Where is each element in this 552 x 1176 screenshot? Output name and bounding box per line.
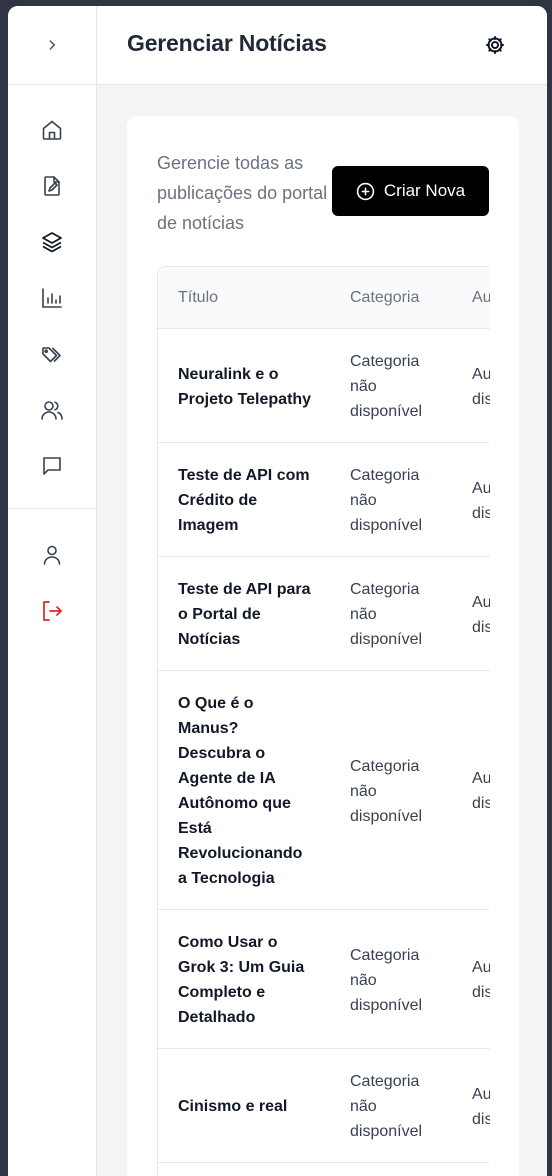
user-icon — [43, 545, 61, 565]
create-news-button[interactable]: Criar Nova — [332, 166, 489, 216]
create-news-label: Criar Nova — [383, 181, 466, 200]
plus-circle-icon — [356, 182, 375, 200]
news-category-cell: Categoria não disponível — [330, 556, 452, 671]
sidebar — [8, 6, 97, 1176]
news-title-cell: Cinismo e real — [158, 1048, 330, 1163]
table-row[interactable]: Teste de API com Crédito de Imagem Categ… — [158, 442, 490, 557]
chevron-right-icon — [49, 40, 55, 50]
home-icon — [42, 120, 62, 140]
sidebar-item-comments[interactable] — [8, 438, 96, 494]
sidebar-item-profile[interactable] — [8, 527, 96, 583]
news-author-cell: Autor não disponível — [452, 909, 490, 1049]
news-title-cell: Teste de API para o Portal de Notícias — [158, 556, 330, 671]
news-title-cell: Neuralink e o Projeto Telepathy — [158, 328, 330, 443]
page-description: Gerencie todas as publicações do portal … — [157, 153, 328, 233]
sidebar-item-users[interactable] — [8, 382, 96, 438]
column-header-author[interactable]: Autor — [452, 267, 490, 329]
news-title-cell: Como Usar o Grok 3: Um Guia Completo e D… — [158, 909, 330, 1049]
news-table: Título Categoria Autor Neuralink e o Pro… — [158, 267, 490, 1163]
news-category-cell: Categoria não disponível — [330, 442, 452, 557]
app-frame: Gerenciar Notícias Gerencie todas as pub… — [8, 6, 547, 1176]
tags-icon — [42, 347, 61, 363]
table-row[interactable]: O Que é o Manus? Descubra o Agente de IA… — [158, 670, 490, 910]
news-author-cell: Autor não disponível — [452, 670, 490, 910]
sidebar-item-analytics[interactable] — [8, 270, 96, 326]
settings-button[interactable] — [483, 33, 507, 57]
layers-icon — [42, 232, 62, 253]
table-row[interactable]: Como Usar o Grok 3: Um Guia Completo e D… — [158, 909, 490, 1049]
news-card: Gerencie todas as publicações do portal … — [127, 116, 519, 1176]
sidebar-item-logout[interactable] — [8, 583, 96, 639]
news-title-cell: O Que é o Manus? Descubra o Agente de IA… — [158, 670, 330, 910]
logout-icon — [43, 601, 62, 621]
users-icon — [41, 401, 63, 420]
news-title-cell: Teste de API com Crédito de Imagem — [158, 442, 330, 557]
news-category-cell: Categoria não disponível — [330, 909, 452, 1049]
table-row[interactable]: Cinismo e real Categoria não disponível … — [158, 1048, 490, 1163]
news-category-cell: Categoria não disponível — [330, 328, 452, 443]
sidebar-bottom — [8, 527, 96, 639]
sidebar-item-tags[interactable] — [8, 326, 96, 382]
news-author-cell: Autor não disponível — [452, 442, 490, 557]
news-author-cell: Autor não disponível — [452, 328, 490, 443]
message-square-icon — [43, 457, 61, 475]
page-title: Gerenciar Notícias — [127, 30, 327, 56]
sidebar-divider — [8, 508, 96, 509]
gear-icon — [486, 36, 504, 54]
top-header: Gerenciar Notícias — [97, 6, 547, 85]
table-row[interactable]: Teste de API para o Portal de Notícias C… — [158, 556, 490, 671]
sidebar-item-manage-news[interactable] — [8, 214, 96, 270]
sidebar-toggle-button[interactable] — [8, 6, 96, 85]
sidebar-nav — [8, 102, 96, 494]
news-table-container[interactable]: Título Categoria Autor Neuralink e o Pro… — [157, 266, 490, 1176]
news-author-cell: Autor não disponível — [452, 556, 490, 671]
column-header-category[interactable]: Categoria — [330, 267, 452, 329]
edit-file-icon — [44, 176, 60, 196]
sidebar-item-home[interactable] — [8, 102, 96, 158]
news-category-cell: Categoria não disponível — [330, 1048, 452, 1163]
column-header-title[interactable]: Título — [158, 267, 330, 329]
table-header-row: Título Categoria Autor — [158, 267, 490, 329]
sidebar-item-edit-news[interactable] — [8, 158, 96, 214]
table-row[interactable]: Neuralink e o Projeto Telepathy Categori… — [158, 328, 490, 443]
news-author-cell: Autor não disponível — [452, 1048, 490, 1163]
bar-chart-icon — [42, 288, 62, 308]
news-category-cell: Categoria não disponível — [330, 670, 452, 910]
